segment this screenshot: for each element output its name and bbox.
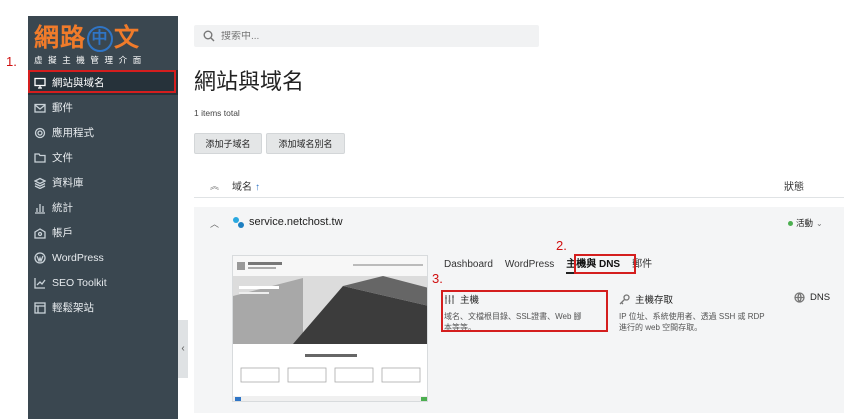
search-icon [203,30,215,42]
sidebar-item-site-builder[interactable]: 輕鬆架站 [28,295,178,320]
sidebar-item-wordpress[interactable]: WordPress [28,245,178,270]
tab-dashboard[interactable]: Dashboard [444,258,493,274]
table-header: ︽ 域名 ↑ 狀態 [194,170,844,198]
dns-card-title: DNS [810,292,831,303]
dns-card[interactable]: DNS [794,292,842,303]
page-title: 網站與域名 [194,69,305,94]
sidebar-item-databases[interactable]: 資料庫 [28,170,178,195]
sidebar-nav: 網站與域名 郵件 應用程式 文件 資料庫 統計 帳戶 WordPress SEO… [28,70,178,320]
column-header-status[interactable]: 狀態 [784,178,804,193]
search-input[interactable] [221,30,521,42]
sidebar-item-label: 郵件 [52,102,73,114]
brand-logo[interactable]: 網路中文 虛擬主機管理介面 [34,23,174,67]
sidebar-item-account[interactable]: 帳戶 [28,220,178,245]
sidebar-item-label: 網站與域名 [52,77,105,89]
sidebar-item-label: 輕鬆架站 [52,302,94,314]
hosting-card-description: 域名、文檔根目錄、SSL證書、Web 腳 本等等。 [444,312,582,332]
wordpress-icon [33,251,46,264]
site-builder-icon [33,301,46,314]
sidebar-item-label: 統計 [52,202,73,214]
items-count: 1 items total [194,108,240,118]
tab-mail[interactable]: 郵件 [632,258,652,274]
status-label: 活動 [796,218,814,228]
hosting-card-title: 主機 [460,295,480,306]
folder-icon [33,151,46,164]
expand-all-icon[interactable]: ︽ [210,179,219,192]
domain-row-header[interactable]: ︿ service.netchost.tw 活動 ⌄ [194,207,844,239]
mail-icon [33,101,46,114]
sidebar: 網路中文 虛擬主機管理介面 網站與域名 郵件 應用程式 文件 資料庫 統計 帳戶… [28,16,188,419]
step-marker-3: 3. [432,271,443,286]
tab-wordpress[interactable]: WordPress [505,258,554,274]
monitor-icon [33,76,46,89]
collapse-row-icon[interactable]: ︿ [210,217,219,230]
website-preview-thumbnail[interactable] [232,255,428,402]
sidebar-item-websites-domains[interactable]: 網站與域名 [28,70,178,95]
account-icon [33,226,46,239]
step-marker-1: 1. [6,54,17,69]
domain-tabs: Dashboard WordPress 主機與 DNS 郵件 [444,258,664,274]
status-dropdown[interactable]: 活動 ⌄ [788,217,823,229]
search-bar[interactable] [194,25,539,47]
page: 網路中文 虛擬主機管理介面 網站與域名 郵件 應用程式 文件 資料庫 統計 帳戶… [0,0,844,419]
sidebar-item-label: 資料庫 [52,177,84,189]
sidebar-item-label: 文件 [52,152,73,164]
preview-image [233,256,427,401]
bar-chart-icon [33,201,46,214]
add-subdomain-button[interactable]: 添加子域名 [194,133,262,154]
hosting-access-card-title: 主機存取 [635,295,674,306]
domain-icon [233,217,244,228]
chevron-down-icon: ⌄ [816,218,823,228]
key-icon [619,293,630,304]
step-marker-2: 2. [556,238,567,253]
sidebar-item-seo-toolkit[interactable]: SEO Toolkit [28,270,178,295]
sidebar-item-applications[interactable]: 應用程式 [28,120,178,145]
tab-hosting-dns[interactable]: 主機與 DNS [566,258,621,274]
logo-wordmark: 網路中文 [34,24,141,52]
sidebar-item-statistics[interactable]: 統計 [28,195,178,220]
sidebar-item-files[interactable]: 文件 [28,145,178,170]
gear-icon [33,126,46,139]
seo-icon [33,276,46,289]
database-icon [33,176,46,189]
domain-name-link[interactable]: service.netchost.tw [249,216,343,228]
sidebar-item-label: 帳戶 [52,227,73,239]
sidebar-item-mail[interactable]: 郵件 [28,95,178,120]
sidebar-collapse-button[interactable]: ‹ [178,320,188,378]
logo-subtitle: 虛擬主機管理介面 [34,55,147,65]
table-row: ︿ service.netchost.tw 活動 ⌄ Dashboard Wor… [194,207,844,413]
sidebar-item-label: 應用程式 [52,127,94,139]
hosting-access-card-description: IP 位址、系統使用者、透過 SSH 或 RDP 進行的 web 空間存取。 [619,312,765,332]
hosting-icon [445,294,454,304]
sort-ascending-icon: ↑ [255,182,260,193]
status-active-dot [788,220,793,226]
column-header-domain[interactable]: 域名 ↑ [232,178,260,193]
logo-circle-mark: 中 [87,26,114,52]
sidebar-item-label: SEO Toolkit [52,276,107,289]
hosting-card[interactable]: 主機 域名、文檔根目錄、SSL證書、Web 腳 本等等。 [444,292,602,333]
globe-icon [794,292,805,303]
hosting-access-card[interactable]: 主機存取 IP 位址、系統使用者、透過 SSH 或 RDP 進行的 web 空間… [619,292,779,333]
add-domain-alias-button[interactable]: 添加域名別名 [266,133,345,154]
sidebar-item-label: WordPress [52,251,104,264]
